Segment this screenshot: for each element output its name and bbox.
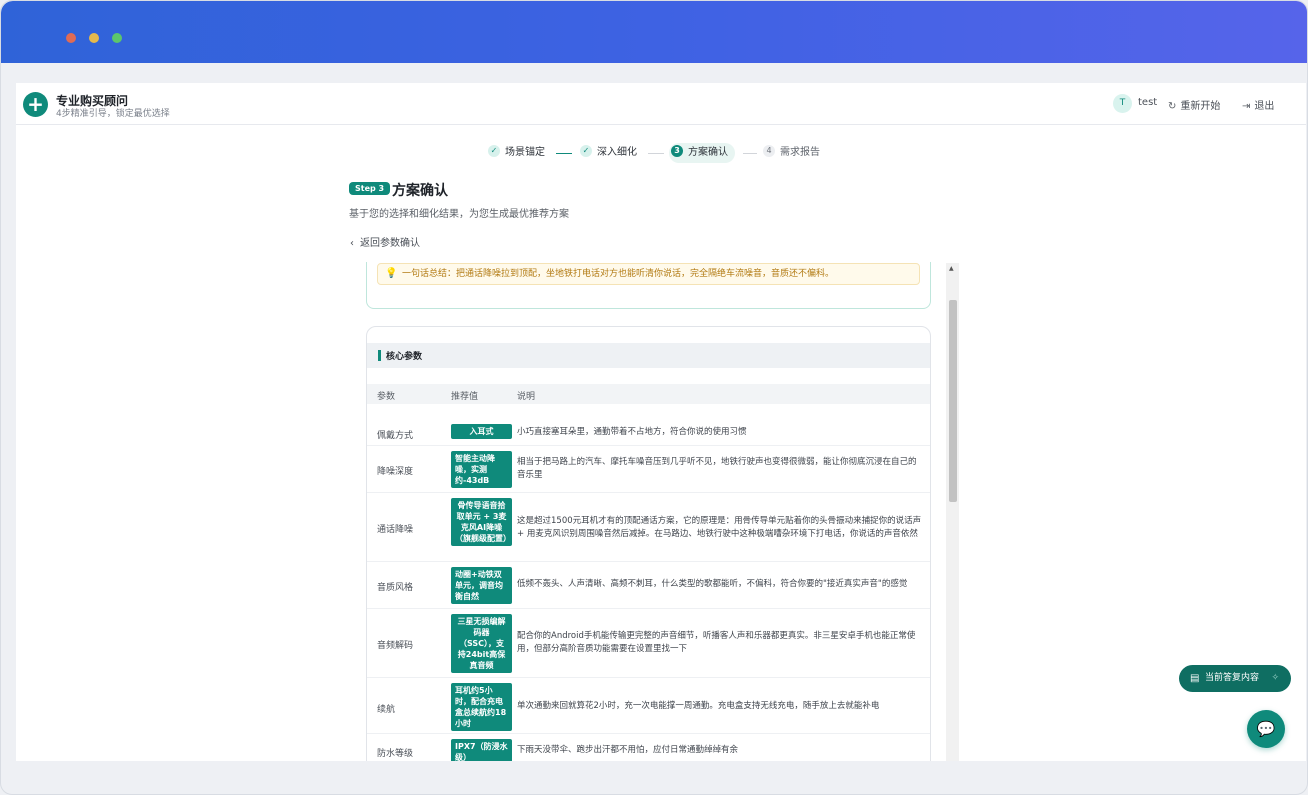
step-label: 需求报告	[780, 147, 820, 158]
user-name: test	[1138, 97, 1158, 108]
param-desc: 小巧直接塞耳朵里，通勤带着不占地方，符合你说的使用习惯	[517, 427, 747, 437]
vertical-scrollbar[interactable]: ▲	[946, 263, 959, 761]
param-desc: 下雨天没带伞、跑步出汗都不用怕，应付日常通勤绰绰有余	[517, 745, 739, 755]
param-desc: 单次通勤来回就算花2小时，充一次电能撑一周通勤。充电盒支持无线充电，随手放上去就…	[517, 701, 880, 711]
param-desc: 这是超过1500元耳机才有的顶配通话方案，它的原理是：用骨传导单元贴着你的头骨振…	[517, 516, 922, 539]
minimize-window-dot[interactable]	[89, 33, 99, 43]
app-header: + 专业购买顾问 4步精准引导，锁定最优选择 T test ↻ 重新开始 ⇥ 退出	[16, 83, 1306, 125]
step-2[interactable]: ✓ 深入细化	[580, 143, 637, 163]
step-connector	[743, 153, 757, 154]
table-row: 防水等级 IPX7（防浸水级） 下雨天没带伞、跑步出汗都不用怕，应付日常通勤绰绰…	[367, 734, 930, 761]
page-subtitle: 基于您的选择和细化结果，为您生成最优推荐方案	[349, 209, 569, 220]
current-reply-button[interactable]: ▤ 当前答复内容 ✧	[1179, 665, 1291, 692]
sparkle-icon: ✧	[1271, 673, 1279, 683]
section-title: 核心参数	[386, 352, 423, 362]
table-row: 佩戴方式 入耳式 小巧直接塞耳朵里，通勤带着不占地方，符合你说的使用习惯	[367, 416, 930, 446]
summary-tip: 💡 一句话总结：把通话降噪拉到顶配，坐地铁打电话对方也能听清你说话，完全隔绝车流…	[377, 263, 920, 285]
summary-text: 一句话总结：把通话降噪拉到顶配，坐地铁打电话对方也能听清你说话，完全隔绝车流噪音…	[402, 269, 835, 279]
param-name: 降噪深度	[377, 467, 414, 477]
document-icon: ▤	[1190, 673, 1200, 684]
restart-label: 重新开始	[1180, 101, 1221, 112]
param-value: 耳机约5小时，配合充电盒总续航约18小时	[451, 683, 512, 731]
scroll-up-icon[interactable]: ▲	[949, 265, 954, 272]
browser-window: + 专业购买顾问 4步精准引导，锁定最优选择 T test ↻ 重新开始 ⇥ 退出 …	[0, 0, 1308, 795]
restart-button[interactable]: ↻ 重新开始	[1168, 97, 1220, 112]
section-header: 核心参数	[367, 343, 930, 368]
param-name: 佩戴方式	[377, 431, 414, 441]
table-row: 音质风格 动圈+动铁双单元，调音均衡自然 低频不轰头、人声清晰、高频不刺耳，什么…	[367, 562, 930, 609]
param-desc: 配合你的Android手机能传输更完整的声音细节，听播客人声和乐器都更真实。非三…	[517, 631, 916, 654]
refresh-icon: ↻	[1168, 101, 1177, 112]
logout-button[interactable]: ⇥ 退出	[1242, 97, 1274, 112]
step-connector	[556, 153, 572, 154]
lightbulb-icon: 💡	[385, 268, 398, 279]
param-value: 入耳式	[451, 424, 512, 439]
close-window-dot[interactable]	[66, 33, 76, 43]
table-row: 音频解码 三星无损编解码器（SSC），支持24bit高保真音频 配合你的Andr…	[367, 609, 930, 678]
chevron-left-icon: ‹	[350, 238, 354, 249]
logout-icon: ⇥	[1242, 101, 1251, 112]
col-param: 参数	[377, 392, 396, 402]
app-subtitle: 4步精准引导，锁定最优选择	[56, 109, 170, 119]
param-name: 防水等级	[377, 749, 414, 759]
param-value: 三星无损编解码器（SSC），支持24bit高保真音频	[451, 614, 512, 673]
app-container: + 专业购买顾问 4步精准引导，锁定最优选择 T test ↻ 重新开始 ⇥ 退出 …	[16, 83, 1306, 761]
param-name: 音频解码	[377, 641, 414, 651]
col-desc: 说明	[517, 392, 536, 402]
step-badge: Step 3	[349, 182, 391, 195]
maximize-window-dot[interactable]	[112, 33, 122, 43]
content-scroll-area[interactable]: 💡 一句话总结：把通话降噪拉到顶配，坐地铁打电话对方也能听清你说话，完全隔绝车流…	[349, 262, 961, 761]
param-name: 续航	[377, 705, 396, 715]
step-label: 方案确认	[688, 147, 728, 158]
table-row: 通话降噪 骨传导语音拾取单元 + 3麦克风AI降噪（旗舰级配置） 这是超过150…	[367, 493, 930, 562]
table-header: 参数 推荐值 说明	[367, 384, 930, 404]
step-indicator: ✓ 场景锚定 ✓ 深入细化 3 方案确认 4 需求报告	[16, 143, 1306, 163]
window-titlebar	[1, 1, 1307, 63]
avatar[interactable]: T	[1113, 94, 1132, 113]
step-number: 3	[671, 145, 683, 157]
step-label: 场景锚定	[505, 147, 545, 158]
step-3[interactable]: 3 方案确认	[669, 143, 735, 163]
step-1[interactable]: ✓ 场景锚定	[488, 143, 545, 163]
step-number: 4	[763, 145, 775, 157]
table-row: 降噪深度 智能主动降噪，实测约-43dB 相当于把马路上的汽车、摩托车噪音压到几…	[367, 446, 930, 493]
logo-icon: +	[23, 92, 48, 117]
core-params-card: 核心参数 参数 推荐值 说明 佩戴方式 入耳式 小巧直接塞耳朵里，通勤带着不占地…	[366, 326, 931, 761]
current-reply-label: 当前答复内容	[1205, 673, 1260, 683]
back-link[interactable]: ‹ 返回参数确认	[350, 234, 420, 249]
step-label: 深入细化	[597, 147, 637, 158]
param-desc: 低频不轰头、人声清晰、高频不刺耳，什么类型的歌都能听，不偏科，符合你要的"接近真…	[517, 579, 908, 589]
table-row: 续航 耳机约5小时，配合充电盒总续航约18小时 单次通勤来回就算花2小时，充一次…	[367, 678, 930, 734]
scrollbar-thumb[interactable]	[949, 300, 957, 502]
param-value: 动圈+动铁双单元，调音均衡自然	[451, 567, 512, 604]
param-value: 智能主动降噪，实测约-43dB	[451, 451, 512, 488]
logout-label: 退出	[1254, 101, 1275, 112]
step-4[interactable]: 4 需求报告	[763, 143, 820, 163]
back-label: 返回参数确认	[360, 238, 420, 249]
param-desc: 相当于把马路上的汽车、摩托车噪音压到几乎听不见，地铁行驶声也变得很微弱，能让你彻…	[517, 457, 917, 480]
col-value: 推荐值	[451, 392, 479, 402]
step-connector	[648, 153, 664, 154]
check-icon: ✓	[488, 145, 500, 157]
summary-card: 💡 一句话总结：把通话降噪拉到顶配，坐地铁打电话对方也能听清你说话，完全隔绝车流…	[366, 262, 931, 309]
accent-bar	[378, 350, 381, 361]
param-name: 音质风格	[377, 583, 414, 593]
param-value: 骨传导语音拾取单元 + 3麦克风AI降噪（旗舰级配置）	[451, 498, 512, 546]
param-value: IPX7（防浸水级）	[451, 739, 512, 761]
param-name: 通话降噪	[377, 525, 414, 535]
page-title: 方案确认	[392, 183, 448, 199]
check-icon: ✓	[580, 145, 592, 157]
chat-bubble-icon[interactable]: 💬	[1247, 710, 1285, 748]
